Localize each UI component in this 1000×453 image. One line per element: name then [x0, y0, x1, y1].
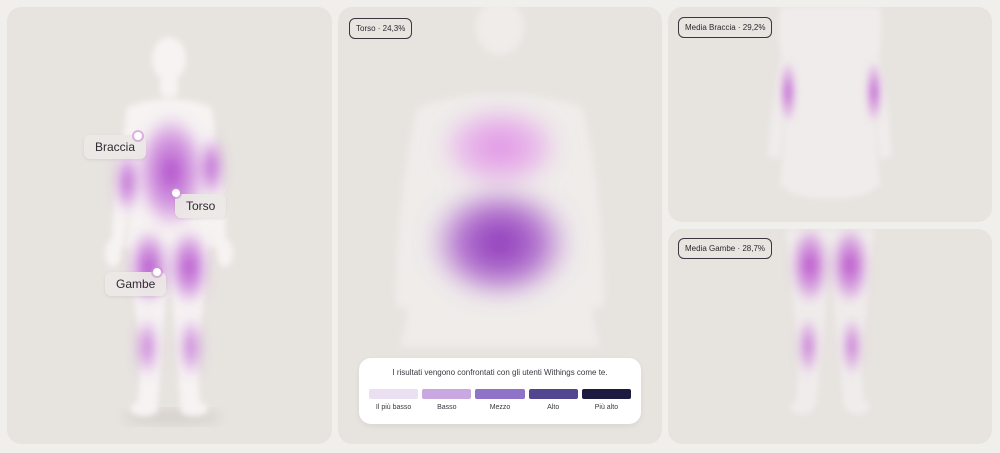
legend-level: Più alto [581, 389, 632, 411]
torso-panel: Torso · 24,3% I risultati vengono confro… [338, 7, 662, 444]
legend-level: Il più basso [369, 389, 419, 411]
arms-panel: Media Braccia · 29,2% [668, 7, 992, 222]
legend-swatch [528, 389, 578, 399]
callout-torso[interactable]: Torso [175, 194, 227, 218]
legs-panel: Media Gambe · 28,7% [668, 229, 992, 444]
callout-torso-dot [172, 189, 180, 197]
legs-figure [786, 229, 874, 414]
legend-swatch [422, 389, 472, 399]
legend-swatch [475, 389, 525, 399]
legend-level-label: Più alto [594, 404, 619, 411]
torso-badge: Torso · 24,3% [349, 18, 413, 39]
legend-level-label: Basso [437, 404, 457, 411]
legend-swatch [581, 389, 632, 399]
arms-badge: Media Braccia · 29,2% [678, 17, 773, 38]
legend-level: Mezzo [475, 389, 525, 411]
legend-swatch [369, 389, 419, 399]
legs-badge: Media Gambe · 28,7% [678, 238, 773, 259]
legend-title: I risultati vengono confrontati con gli … [392, 368, 608, 377]
legend-card: I risultati vengono confrontati con gli … [359, 358, 641, 424]
legend-level-label: Mezzo [489, 404, 511, 411]
callout-legs-dot [153, 268, 161, 276]
legend-scale: Il più basso Basso Mezzo Alto Più alto [369, 389, 632, 411]
legend-level: Alto [528, 389, 578, 411]
full-body-figure [105, 37, 233, 425]
arms-figure [768, 7, 892, 199]
full-body-panel: Braccia Torso Gambe [7, 7, 332, 444]
legend-level-label: Il più basso [375, 404, 412, 411]
legend-level-label: Alto [547, 404, 560, 411]
legend-level: Basso [422, 389, 472, 411]
callout-arms-dot [134, 132, 142, 140]
